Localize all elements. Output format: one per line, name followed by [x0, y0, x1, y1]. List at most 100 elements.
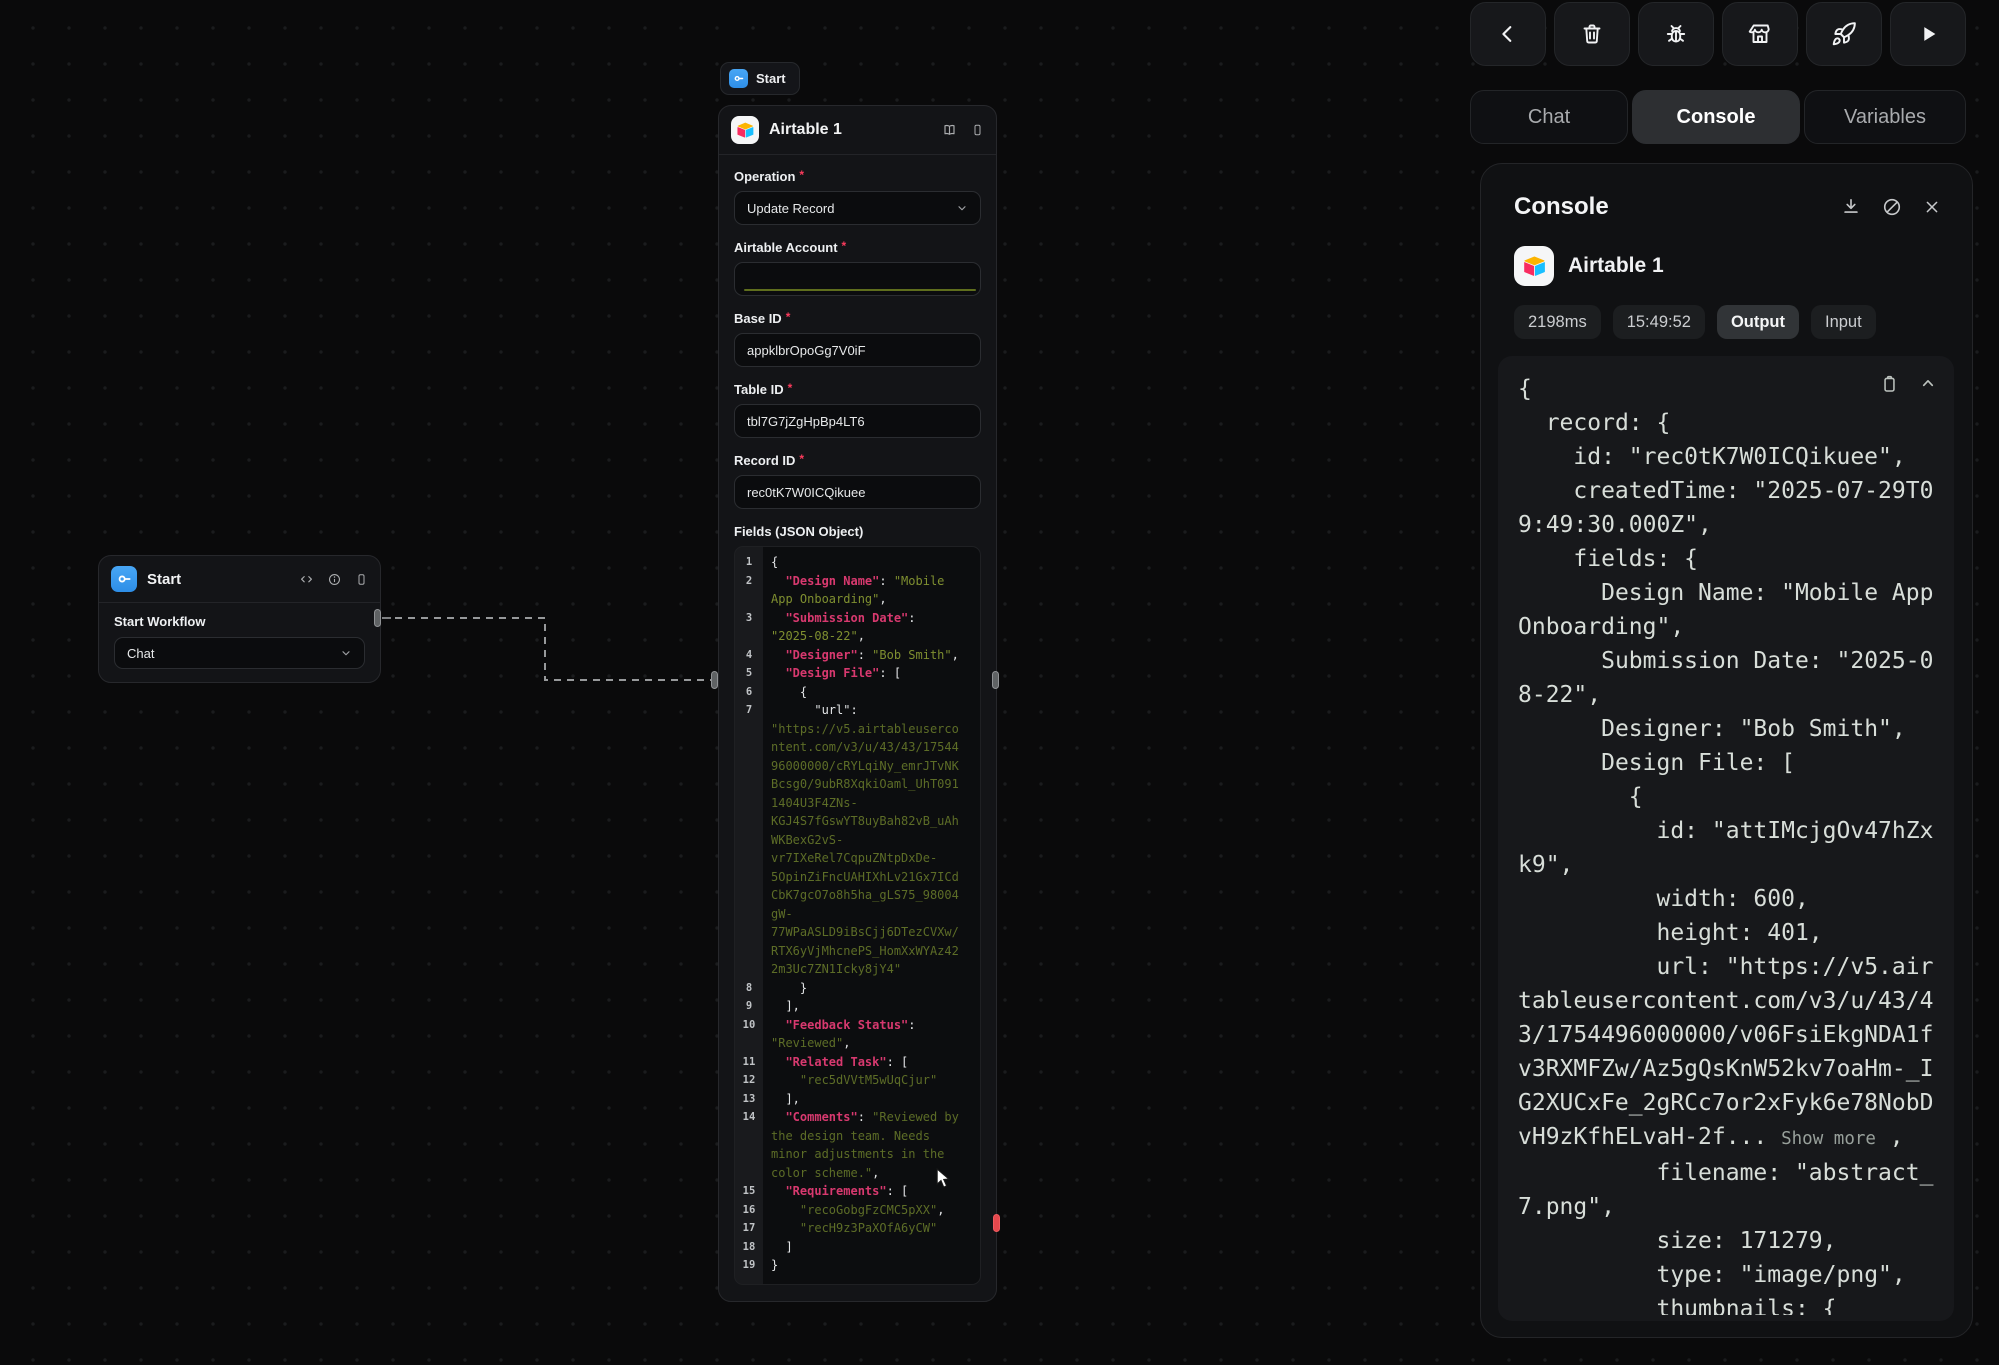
fields-json-editor-lines: 1{2 "Design Name": "Mobile App Onboardin… — [735, 553, 980, 1275]
editor-line: 11 "Related Task": [ — [735, 1053, 980, 1072]
table-id-label: Table ID* — [734, 382, 981, 397]
mobile-icon[interactable] — [971, 122, 984, 138]
workflow-canvas[interactable]: Start Start Workflow Chat Start — [0, 0, 1999, 1365]
info-icon[interactable] — [327, 572, 342, 587]
required-marker: * — [786, 310, 791, 324]
run-button[interactable] — [1890, 2, 1966, 66]
console-panel: Console Airtable 1 2198ms 15:49:52 Outpu… — [1480, 163, 1973, 1338]
output-tab[interactable]: Output — [1717, 305, 1799, 339]
operation-select[interactable]: Update Record — [734, 191, 981, 225]
line-number: 10 — [735, 1016, 763, 1053]
record-id-label: Record ID* — [734, 453, 981, 468]
line-number: 7 — [735, 701, 763, 979]
show-more-link[interactable]: Show more — [1781, 1129, 1876, 1149]
debug-button[interactable] — [1638, 2, 1714, 66]
tab-variables[interactable]: Variables — [1804, 90, 1966, 144]
airtable-account-field[interactable] — [734, 262, 981, 296]
storefront-icon — [1747, 21, 1773, 47]
line-number: 4 — [735, 646, 763, 665]
start-mode-select[interactable]: Chat — [114, 637, 365, 669]
editor-line: 1{ — [735, 553, 980, 572]
line-number: 14 — [735, 1108, 763, 1182]
start-badge-icon — [729, 69, 748, 88]
start-group-badge: Start — [720, 62, 800, 95]
required-marker: * — [799, 452, 804, 466]
marketplace-button[interactable] — [1722, 2, 1798, 66]
editor-line: 18 ] — [735, 1238, 980, 1257]
start-node-output-handle[interactable] — [374, 609, 381, 627]
tab-console[interactable]: Console — [1632, 90, 1800, 144]
editor-line: 2 "Design Name": "Mobile App Onboarding"… — [735, 572, 980, 609]
connector-stub — [382, 617, 391, 619]
start-badge-label: Start — [756, 71, 786, 86]
base-id-label: Base ID* — [734, 311, 981, 326]
editor-line: 4 "Designer": "Bob Smith", — [735, 646, 980, 665]
trash-icon — [1579, 21, 1605, 47]
operation-label: Operation* — [734, 169, 981, 184]
mouse-cursor — [936, 1168, 951, 1189]
clear-console-icon[interactable] — [1881, 196, 1903, 218]
account-value-line — [744, 289, 976, 291]
airtable-node-panel[interactable]: Airtable 1 Operation* Update Record Airt… — [718, 105, 997, 1302]
delete-button[interactable] — [1554, 2, 1630, 66]
editor-line: 17 "recH9z3PaXOfA6yCW" — [735, 1219, 980, 1238]
start-mode-value: Chat — [127, 646, 154, 661]
line-number: 5 — [735, 664, 763, 683]
editor-line: 6 { — [735, 683, 980, 702]
account-label: Airtable Account* — [734, 240, 981, 255]
bug-icon — [1663, 21, 1689, 47]
line-number: 8 — [735, 979, 763, 998]
console-title: Console — [1514, 193, 1840, 221]
tab-chat[interactable]: Chat — [1470, 90, 1628, 144]
input-tab[interactable]: Input — [1811, 305, 1876, 339]
airtable-output-handle[interactable] — [992, 671, 999, 689]
start-workflow-label: Start Workflow — [114, 614, 365, 629]
line-number: 2 — [735, 572, 763, 609]
start-node-icon — [111, 566, 137, 592]
editor-line: 9 ], — [735, 997, 980, 1016]
required-marker: * — [842, 239, 847, 253]
airtable-error-handle[interactable] — [993, 1214, 1000, 1232]
table-id-input[interactable] — [734, 404, 981, 438]
collapse-chevron-up-icon[interactable] — [1918, 373, 1938, 396]
editor-line: 8 } — [735, 979, 980, 998]
line-number: 15 — [735, 1182, 763, 1201]
close-icon[interactable] — [1922, 197, 1942, 217]
mobile-icon[interactable] — [355, 572, 368, 587]
code-icon[interactable] — [299, 572, 314, 587]
required-marker: * — [788, 381, 793, 395]
chevron-down-icon — [956, 202, 968, 214]
editor-line: 19} — [735, 1256, 980, 1275]
airtable-logo-icon — [1514, 246, 1554, 286]
docs-book-icon[interactable] — [941, 122, 958, 138]
editor-line: 5 "Design File": [ — [735, 664, 980, 683]
operation-value: Update Record — [747, 201, 834, 216]
rocket-icon — [1831, 21, 1857, 47]
copy-icon[interactable] — [1879, 373, 1900, 396]
start-node[interactable]: Start Start Workflow Chat — [98, 555, 381, 683]
airtable-node-title: Airtable 1 — [769, 121, 931, 139]
back-button[interactable] — [1470, 2, 1546, 66]
record-id-input[interactable] — [734, 475, 981, 509]
duration-badge: 2198ms — [1514, 305, 1601, 339]
deploy-button[interactable] — [1806, 2, 1882, 66]
base-id-input[interactable] — [734, 333, 981, 367]
line-number: 11 — [735, 1053, 763, 1072]
chevron-left-icon — [1496, 22, 1520, 46]
chevron-down-icon — [340, 647, 352, 659]
line-number: 3 — [735, 609, 763, 646]
line-number: 6 — [735, 683, 763, 702]
console-output-block[interactable]: { record: { id: "rec0tK7W0ICQikuee", cre… — [1498, 356, 1954, 1321]
airtable-node-header[interactable]: Airtable 1 — [719, 106, 996, 154]
line-number: 12 — [735, 1071, 763, 1090]
line-number: 13 — [735, 1090, 763, 1109]
timestamp-badge: 15:49:52 — [1613, 305, 1705, 339]
start-node-header[interactable]: Start — [99, 556, 380, 602]
download-icon[interactable] — [1840, 196, 1862, 218]
required-marker: * — [799, 168, 804, 182]
line-number: 1 — [735, 553, 763, 572]
start-node-title: Start — [147, 571, 289, 588]
line-number: 18 — [735, 1238, 763, 1257]
airtable-input-handle[interactable] — [711, 671, 718, 689]
line-number: 19 — [735, 1256, 763, 1275]
